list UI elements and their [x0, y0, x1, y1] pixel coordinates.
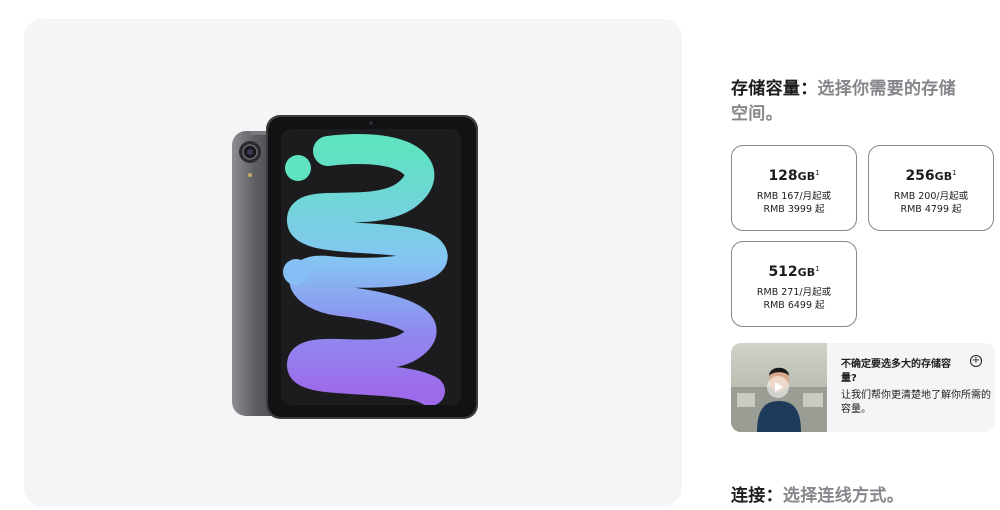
plus-circle-icon[interactable]: +: [970, 355, 982, 367]
help-card-description: 让我们帮你更清楚地了解你所需的容量。: [841, 390, 991, 415]
option-price: RMB 200/月起或 RMB 4799 起: [869, 190, 993, 216]
config-panel: 存储容量：选择你需要的存储空间。 128GB1 RMB 167/月起或 RMB …: [731, 0, 1000, 510]
storage-option-256gb[interactable]: 256GB1 RMB 200/月起或 RMB 4799 起: [868, 145, 994, 231]
storage-help-card[interactable]: 不确定要选多大的存储容量? 让我们帮你更清楚地了解你所需的容量。 +: [731, 343, 995, 432]
product-gallery: [24, 19, 682, 506]
option-full-price: RMB 3999 起: [763, 204, 825, 215]
connectivity-heading-sub: 选择连线方式。: [782, 486, 905, 506]
option-capacity: 512GB1: [768, 264, 820, 280]
storage-option-512gb[interactable]: 512GB1 RMB 271/月起或 RMB 6499 起: [731, 241, 857, 327]
option-price: RMB 167/月起或 RMB 3999 起: [732, 190, 856, 216]
connectivity-heading-label: 连接：: [731, 486, 783, 506]
help-card-title: 不确定要选多大的存储容量?: [841, 359, 951, 384]
play-icon[interactable]: [767, 376, 789, 398]
option-capacity: 128GB1: [768, 168, 820, 184]
option-capacity: 256GB1: [905, 168, 957, 184]
help-video-thumbnail[interactable]: [731, 343, 827, 432]
storage-option-128gb[interactable]: 128GB1 RMB 167/月起或 RMB 3999 起: [731, 145, 857, 231]
option-full-price: RMB 6499 起: [763, 300, 825, 311]
option-monthly-price: RMB 167/月起或: [756, 191, 832, 202]
connectivity-heading: 连接：选择连线方式。: [731, 484, 971, 509]
option-full-price: RMB 4799 起: [900, 204, 962, 215]
option-price: RMB 271/月起或 RMB 6499 起: [732, 286, 856, 312]
option-monthly-price: RMB 271/月起或: [756, 287, 832, 298]
option-monthly-price: RMB 200/月起或: [893, 191, 969, 202]
page: 存储容量：选择你需要的存储空间。 128GB1 RMB 167/月起或 RMB …: [0, 0, 1000, 510]
storage-heading-label: 存储容量：: [731, 79, 818, 99]
ipad-mini-product-image: [230, 111, 478, 419]
storage-heading: 存储容量：选择你需要的存储空间。: [731, 77, 971, 127]
